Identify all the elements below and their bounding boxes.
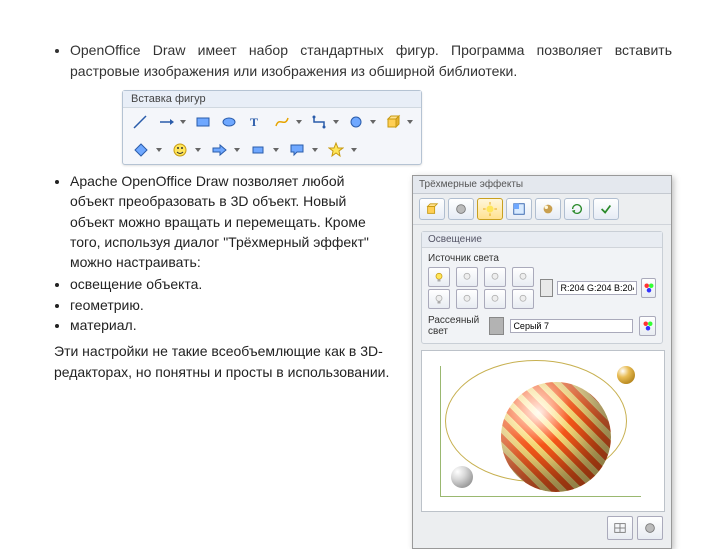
light-handle[interactable] xyxy=(451,466,473,488)
color-picker-icon[interactable] xyxy=(641,278,656,298)
intro-list: OpenOffice Draw имеет набор стандартных … xyxy=(48,40,672,82)
panel-tabs xyxy=(413,194,671,225)
light-toggle[interactable] xyxy=(512,289,534,309)
group-title: Освещение xyxy=(422,232,662,248)
3d-icon[interactable] xyxy=(384,112,402,132)
svg-text:T: T xyxy=(250,115,258,129)
ambient-value-input[interactable] xyxy=(510,319,633,333)
flowchart-icon[interactable] xyxy=(248,140,268,160)
dropdown-icon[interactable] xyxy=(312,148,318,152)
dropdown-icon[interactable] xyxy=(296,120,302,124)
ellipse-icon[interactable] xyxy=(220,112,238,132)
feature-sublist: освещение объекта. геометрию. материал. xyxy=(48,274,390,335)
dropdown-icon[interactable] xyxy=(370,120,376,124)
group-illumination: Освещение Источник света xyxy=(421,231,663,344)
connector-icon[interactable] xyxy=(310,112,328,132)
light-toggle[interactable] xyxy=(456,289,478,309)
star-icon[interactable] xyxy=(326,140,346,160)
light-toggle[interactable] xyxy=(484,289,506,309)
assign-icon[interactable] xyxy=(593,198,619,220)
tab-geometry[interactable] xyxy=(419,198,445,220)
text-icon[interactable]: T xyxy=(246,112,264,132)
tab-illumination[interactable] xyxy=(477,198,503,220)
light-handle[interactable] xyxy=(617,366,635,384)
line-icon[interactable] xyxy=(131,112,149,132)
preview-mode-icon[interactable] xyxy=(607,516,633,540)
dropdown-icon[interactable] xyxy=(273,148,279,152)
curve-icon[interactable] xyxy=(273,112,291,132)
diamond-icon[interactable] xyxy=(131,140,151,160)
preview-3d[interactable] xyxy=(421,350,665,512)
tab-shading[interactable] xyxy=(448,198,474,220)
color-picker-icon[interactable] xyxy=(639,316,656,336)
intro-bullet: OpenOffice Draw имеет набор стандартных … xyxy=(70,40,672,82)
preview-axis xyxy=(440,366,641,497)
rect-icon[interactable] xyxy=(194,112,212,132)
dropdown-icon[interactable] xyxy=(333,120,339,124)
light-toggle[interactable] xyxy=(512,267,534,287)
dropdown-icon[interactable] xyxy=(180,120,186,124)
light-toggle[interactable] xyxy=(428,267,450,287)
arrow-icon[interactable] xyxy=(157,112,175,132)
panel-title: Трёхмерные эффекты xyxy=(413,176,671,194)
toolbar-title: Вставка фигур xyxy=(123,91,421,108)
light-toggle[interactable] xyxy=(456,267,478,287)
feature-item: освещение объекта. xyxy=(70,274,390,294)
preview-mode-icon[interactable] xyxy=(637,516,663,540)
feature-list: Apache OpenOffice Draw позволяет любой о… xyxy=(48,171,390,272)
update-icon[interactable] xyxy=(564,198,590,220)
light-source-label: Источник света xyxy=(428,253,656,264)
dropdown-icon[interactable] xyxy=(156,148,162,152)
tab-textures[interactable] xyxy=(506,198,532,220)
effects-panel: Трёхмерные эффекты Освещение Источ xyxy=(412,175,672,549)
color-swatch[interactable] xyxy=(489,317,504,335)
tab-material[interactable] xyxy=(535,198,561,220)
dropdown-icon[interactable] xyxy=(407,120,413,124)
shapes-toolbar: Вставка фигур T xyxy=(122,90,422,165)
basic-shapes-icon[interactable] xyxy=(347,112,365,132)
preview-sphere xyxy=(501,382,611,492)
toolbar-row-2 xyxy=(123,136,421,164)
light-toggle[interactable] xyxy=(428,289,450,309)
feature-lead: Apache OpenOffice Draw позволяет любой о… xyxy=(70,171,390,272)
feature-item: геометрию. xyxy=(70,295,390,315)
color-value-input[interactable] xyxy=(557,281,637,295)
ambient-label: Рассеяный свет xyxy=(428,315,483,337)
dropdown-icon[interactable] xyxy=(195,148,201,152)
block-arrow-icon[interactable] xyxy=(209,140,229,160)
color-swatch[interactable] xyxy=(540,279,553,297)
dropdown-icon[interactable] xyxy=(351,148,357,152)
light-toggle[interactable] xyxy=(484,267,506,287)
closing-paragraph: Эти настройки не такие всеобъемлющие как… xyxy=(54,341,390,382)
smiley-icon[interactable] xyxy=(170,140,190,160)
feature-item: материал. xyxy=(70,315,390,335)
dropdown-icon[interactable] xyxy=(234,148,240,152)
callout-icon[interactable] xyxy=(287,140,307,160)
toolbar-row-1: T xyxy=(123,108,421,136)
